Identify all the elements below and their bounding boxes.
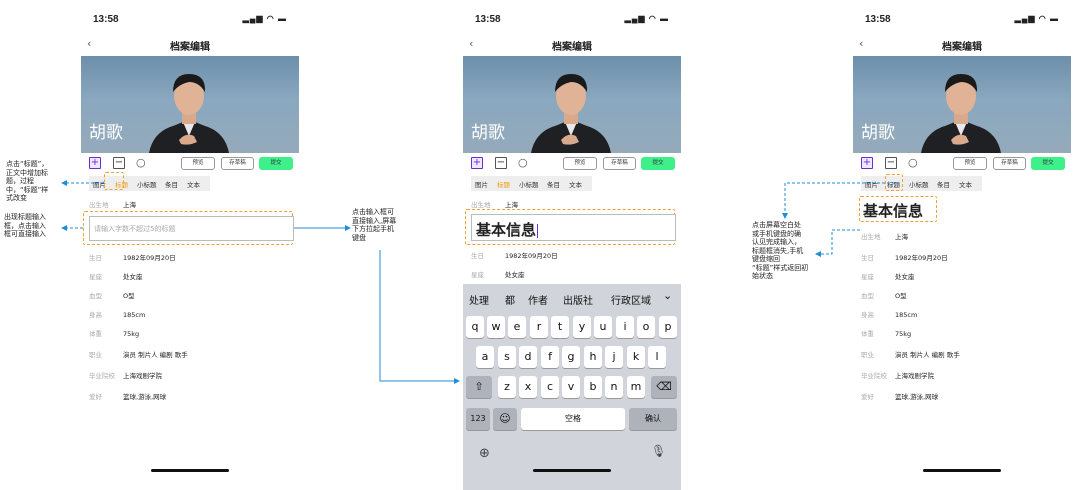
annotation-arrows <box>61 180 895 384</box>
arrow-to-keyboard <box>379 250 460 384</box>
arrow-finish-heading <box>815 229 860 257</box>
arrow-finish-title <box>782 182 895 219</box>
